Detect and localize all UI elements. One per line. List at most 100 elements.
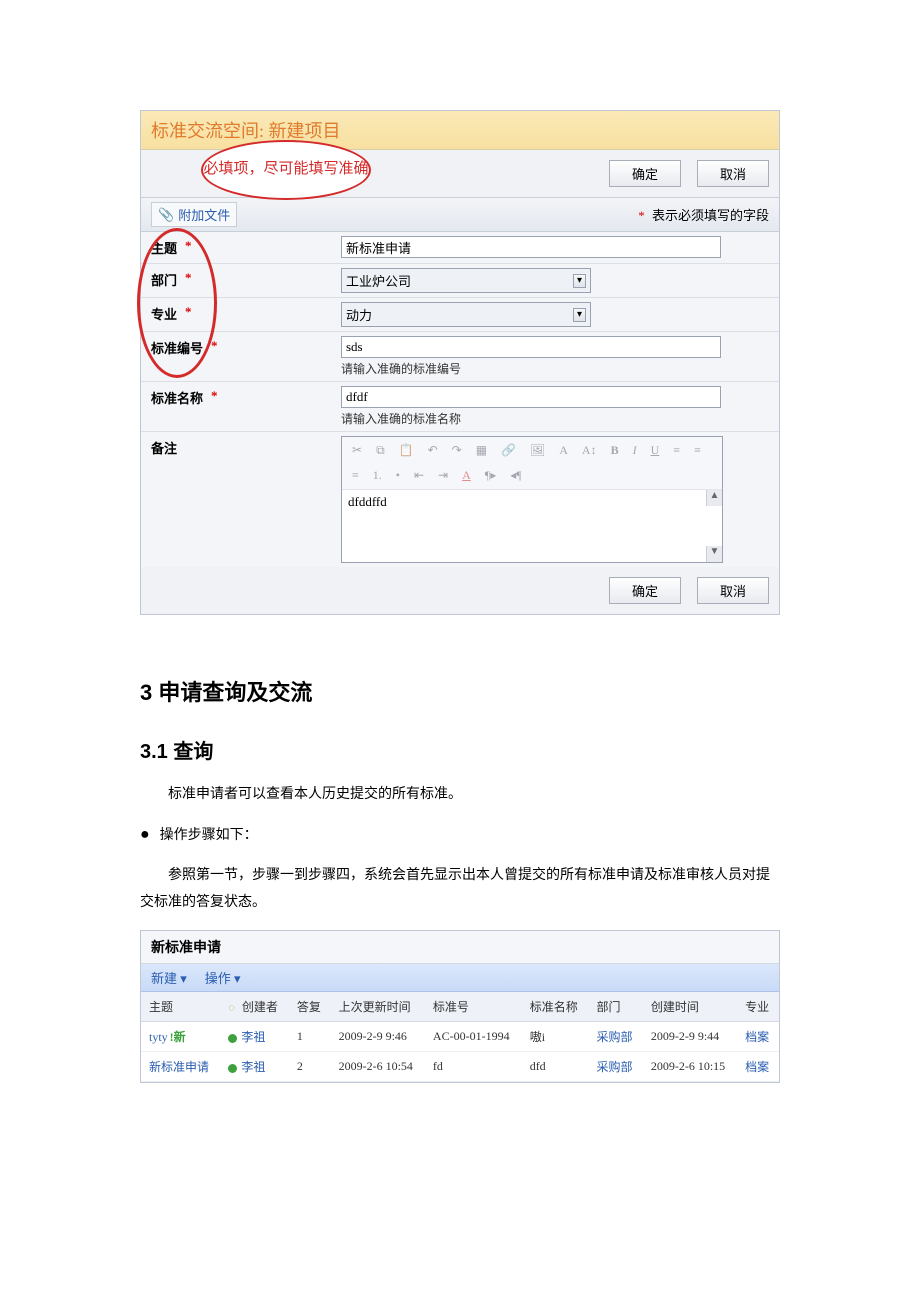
row-replies: 1 <box>289 1022 331 1052</box>
font-size-icon[interactable]: A↕ <box>578 441 601 460</box>
redo-icon[interactable]: ↷ <box>448 441 466 460</box>
row-std-no: fd <box>425 1052 522 1082</box>
std-no-input[interactable] <box>341 336 721 358</box>
outdent-icon[interactable]: ⇤ <box>410 466 428 485</box>
form-title-action: 新建项目 <box>269 121 341 141</box>
form-header: 标准交流空间: 新建项目 <box>141 111 779 150</box>
std-no-hint: 请输入准确的标准编号 <box>341 360 769 377</box>
indent-icon[interactable]: ⇥ <box>434 466 452 485</box>
cancel-button-bottom[interactable]: 取消 <box>697 577 769 604</box>
list-ol-icon[interactable]: 1. <box>369 466 386 485</box>
col-dept[interactable]: 部门 <box>589 992 643 1022</box>
form-title-prefix: 标准交流空间: <box>151 121 264 141</box>
rte-toolbar[interactable]: ✂ ⧉ 📋 ↶ ↷ ▦ 🔗 🖼 A A↕ B I U <box>342 437 722 490</box>
col-subject[interactable]: 主题 <box>141 992 220 1022</box>
align-right-icon[interactable]: ≡ <box>348 466 363 485</box>
row-creator-link[interactable]: 李祖 <box>241 1060 265 1074</box>
cancel-button-top[interactable]: 取消 <box>697 160 769 187</box>
new-item-form: 标准交流空间: 新建项目 必填项，尽可能填写准确 确定 取消 📎 附加文件 * … <box>140 110 780 615</box>
link-icon[interactable]: 🔗 <box>497 441 520 460</box>
required-star-icon: * <box>638 208 645 223</box>
undo-icon[interactable]: ↶ <box>424 441 442 460</box>
attach-file-link[interactable]: 📎 附加文件 <box>151 202 237 227</box>
col-major[interactable]: 专业 <box>737 992 779 1022</box>
new-menu[interactable]: 新建 ▾ <box>151 968 187 987</box>
row-created: 2009-2-9 9:44 <box>643 1022 737 1052</box>
image-icon[interactable]: 🖼 <box>526 441 549 460</box>
underline-icon[interactable]: U <box>647 441 664 460</box>
bullet-steps: ● 操作步骤如下： <box>140 823 780 850</box>
table-header-row: 主题 ◌ 创建者 答复 上次更新时间 标准号 标准名称 部门 创建时间 专业 <box>141 992 779 1022</box>
major-select-value: 动力 <box>346 305 372 324</box>
remark-label-text: 备注 <box>151 438 177 457</box>
copy-icon[interactable]: ⧉ <box>372 441 389 460</box>
confirm-button-bottom[interactable]: 确定 <box>609 577 681 604</box>
confirm-button-top[interactable]: 确定 <box>609 160 681 187</box>
scroll-up-icon[interactable]: ▲ <box>706 490 722 506</box>
dept-select-value: 工业炉公司 <box>346 271 411 290</box>
list-title: 新标准申请 <box>141 931 779 964</box>
bullet-text: 操作步骤如下： <box>160 823 258 850</box>
dept-label: 部门 * <box>141 264 341 297</box>
table-row[interactable]: tyty!新李祖12009-2-9 9:46AC-00-01-1994嗷i采购部… <box>141 1022 779 1052</box>
required-star-icon: * <box>211 388 218 404</box>
row-created: 2009-2-6 10:15 <box>643 1052 737 1082</box>
chevron-down-icon: ▾ <box>573 308 586 322</box>
dept-label-text: 部门 <box>151 270 177 289</box>
scroll-down-icon[interactable]: ▼ <box>706 546 722 562</box>
remark-editor[interactable]: ✂ ⧉ 📋 ↶ ↷ ▦ 🔗 🖼 A A↕ B I U <box>341 436 723 563</box>
font-icon[interactable]: A <box>555 441 572 460</box>
request-table: 主题 ◌ 创建者 答复 上次更新时间 标准号 标准名称 部门 创建时间 专业 t… <box>141 992 779 1082</box>
dept-select[interactable]: 工业炉公司 ▾ <box>341 268 591 293</box>
table-icon[interactable]: ▦ <box>472 441 491 460</box>
std-name-label: 标准名称 * <box>141 382 341 431</box>
table-row[interactable]: 新标准申请李祖22009-2-6 10:54fddfd采购部2009-2-6 1… <box>141 1052 779 1082</box>
paste-icon[interactable]: 📋 <box>395 441 418 460</box>
col-std-name[interactable]: 标准名称 <box>522 992 589 1022</box>
col-updated[interactable]: 上次更新时间 <box>331 992 425 1022</box>
col-replies[interactable]: 答复 <box>289 992 331 1022</box>
remark-editor-body[interactable]: dfddffd ▲ ▼ <box>342 490 722 562</box>
row-subject-link[interactable]: tyty <box>149 1030 168 1044</box>
row-major-link[interactable]: 档案 <box>745 1030 769 1044</box>
bold-icon[interactable]: B <box>607 441 623 460</box>
row-std-no: AC-00-01-1994 <box>425 1022 522 1052</box>
major-select[interactable]: 动力 ▾ <box>341 302 591 327</box>
font-color-icon[interactable]: A <box>458 466 475 485</box>
col-creator[interactable]: ◌ 创建者 <box>220 992 288 1022</box>
col-std-no[interactable]: 标准号 <box>425 992 522 1022</box>
request-list-panel: 新标准申请 新建 ▾ 操作 ▾ 主题 ◌ 创建者 答复 上次更新时间 标准号 标… <box>140 930 780 1083</box>
ltr-icon[interactable]: ¶▸ <box>481 466 500 485</box>
row-major-link[interactable]: 档案 <box>745 1060 769 1074</box>
callout-layer: 必填项，尽可能填写准确 确定 取消 📎 附加文件 * 表示必须填写的字段 主题 … <box>141 150 779 614</box>
col-creator-text: 创建者 <box>242 1000 278 1014</box>
paragraph-1: 标准申请者可以查看本人历史提交的所有标准。 <box>140 782 780 809</box>
required-note: * 表示必须填写的字段 <box>634 205 769 224</box>
row-subject-link[interactable]: 新标准申请 <box>149 1060 209 1074</box>
row-dept-link[interactable]: 采购部 <box>597 1030 633 1044</box>
col-created[interactable]: 创建时间 <box>643 992 737 1022</box>
paragraph-2: 参照第一节，步骤一到步骤四，系统会首先显示出本人曾提交的所有标准申请及标准审核人… <box>140 863 780 916</box>
required-star-icon: * <box>185 304 192 320</box>
row-updated: 2009-2-9 9:46 <box>331 1022 425 1052</box>
row-dept-link[interactable]: 采购部 <box>597 1060 633 1074</box>
form-body: 主题 * 部门 * 工业炉公司 ▾ <box>141 232 779 567</box>
row-std-name: dfd <box>522 1052 589 1082</box>
subject-input[interactable] <box>341 236 721 258</box>
std-name-input[interactable] <box>341 386 721 408</box>
row-creator-link[interactable]: 李祖 <box>241 1030 265 1044</box>
row-replies: 2 <box>289 1052 331 1082</box>
cut-icon[interactable]: ✂ <box>348 441 366 460</box>
align-left-icon[interactable]: ≡ <box>669 441 684 460</box>
std-no-label-text: 标准编号 <box>151 338 203 357</box>
row-std-name: 嗷i <box>522 1022 589 1052</box>
rtl-icon[interactable]: ◂¶ <box>506 466 525 485</box>
attach-file-label: 附加文件 <box>178 205 230 224</box>
list-ul-icon[interactable]: • <box>392 466 404 485</box>
presence-icon <box>228 1034 237 1043</box>
align-center-icon[interactable]: ≡ <box>690 441 705 460</box>
ops-menu[interactable]: 操作 ▾ <box>205 968 241 987</box>
presence-icon <box>228 1064 237 1073</box>
user-icon: ◌ <box>228 1002 235 1014</box>
italic-icon[interactable]: I <box>629 441 641 460</box>
